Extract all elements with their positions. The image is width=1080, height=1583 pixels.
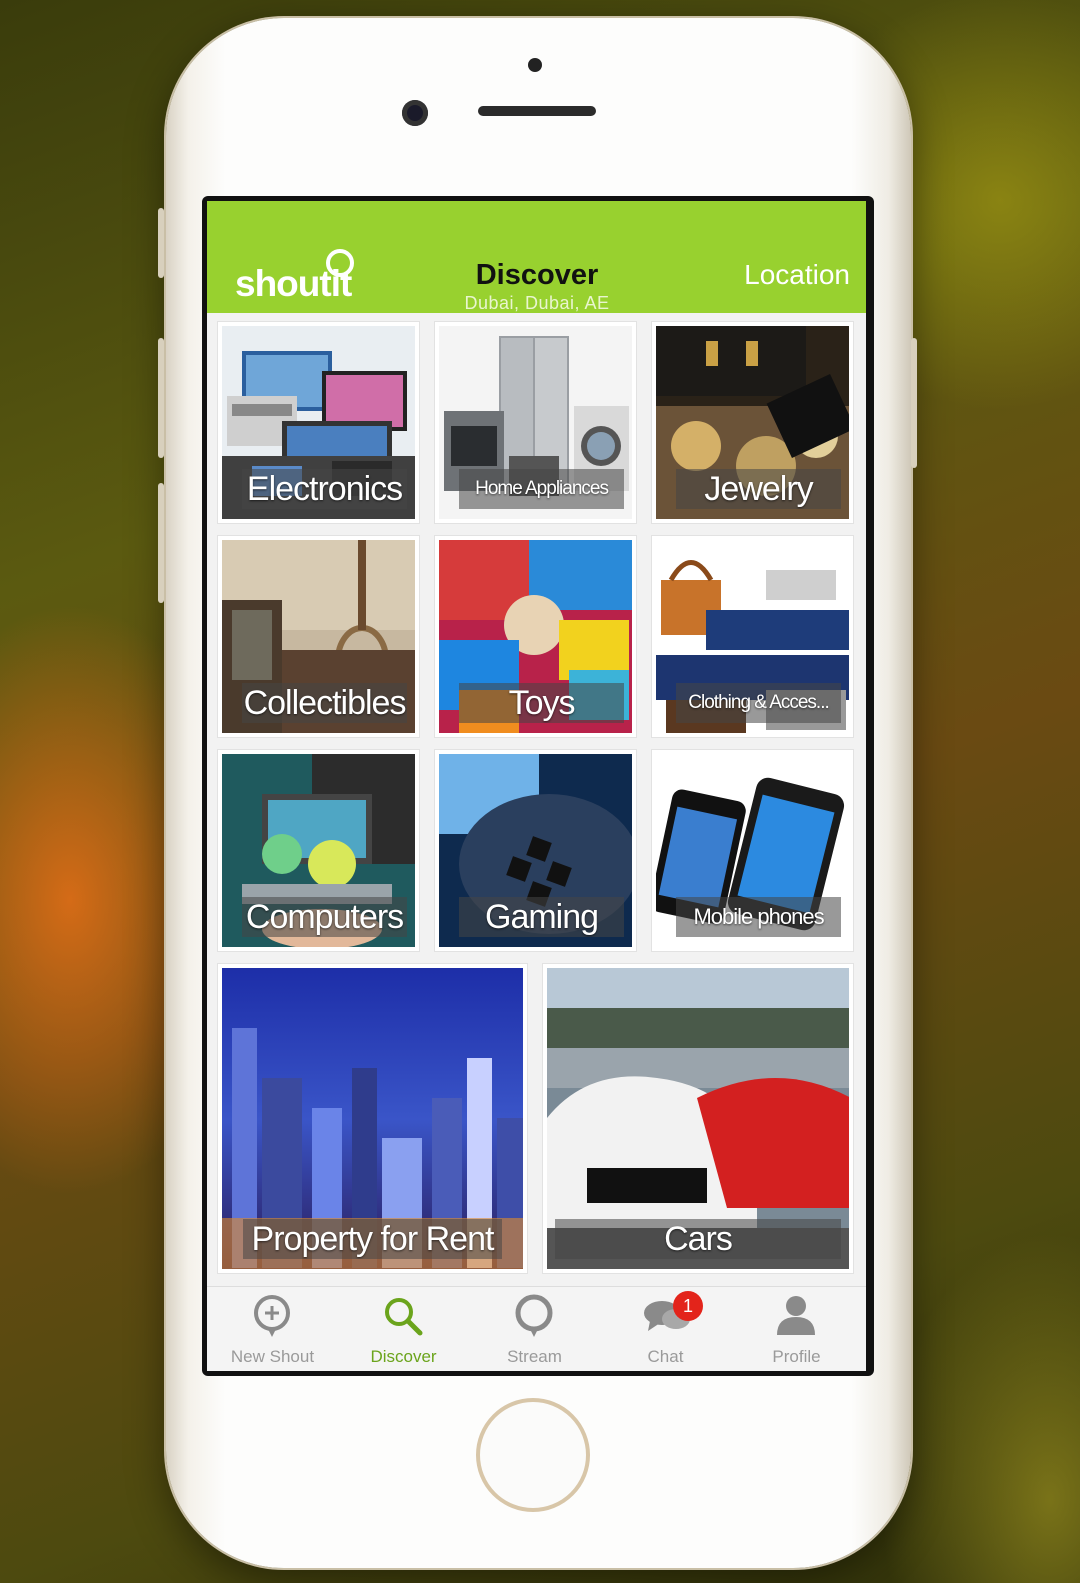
category-label: Mobile phones	[676, 897, 841, 937]
category-tile-property-for-rent[interactable]: Property for Rent	[217, 963, 528, 1274]
category-tile-collectibles[interactable]: Collectibles	[217, 535, 420, 738]
tab-label: Chat	[647, 1347, 684, 1366]
page-title: Discover	[475, 259, 599, 291]
volume-up-button	[158, 338, 164, 458]
tab-label: Discover	[370, 1347, 437, 1366]
tab-discover[interactable]: Discover	[338, 1287, 469, 1371]
category-label: Electronics	[242, 469, 407, 509]
search-icon	[385, 1298, 423, 1336]
category-label: Collectibles	[242, 683, 407, 723]
category-label: Toys	[459, 683, 624, 723]
category-label: Computers	[242, 897, 407, 937]
category-label: Gaming	[459, 897, 624, 937]
location-button[interactable]: Location	[744, 259, 850, 291]
tab-label: Stream	[507, 1347, 562, 1366]
category-tile-clothing[interactable]: Clothing & Acces...	[651, 535, 854, 738]
category-label: Cars	[555, 1219, 841, 1259]
home-button[interactable]	[476, 1398, 590, 1512]
earpiece-speaker	[478, 106, 596, 116]
profile-icon	[777, 1296, 815, 1335]
tab-label: New Shout	[230, 1347, 315, 1366]
tab-new-shout[interactable]: New Shout	[207, 1287, 338, 1371]
category-tile-cars[interactable]: Cars	[542, 963, 854, 1274]
category-label: Clothing & Acces...	[676, 683, 841, 723]
phone-screen: shoutit Discover Dubai, Dubai, AE Locati…	[202, 196, 874, 1376]
category-tile-toys[interactable]: Toys	[434, 535, 637, 738]
category-tile-jewelry[interactable]: Jewelry	[651, 321, 854, 524]
front-camera	[402, 100, 428, 126]
mute-switch	[158, 208, 164, 278]
category-tile-mobile-phones[interactable]: Mobile phones	[651, 749, 854, 952]
tab-chat[interactable]: 1 Chat	[600, 1287, 731, 1371]
power-button	[911, 338, 917, 468]
category-tile-gaming[interactable]: Gaming	[434, 749, 637, 952]
category-tile-electronics[interactable]: Electronics	[217, 321, 420, 524]
category-label: Jewelry	[676, 469, 841, 509]
tab-profile[interactable]: Profile	[731, 1287, 862, 1371]
location-subtitle: Dubai, Dubai, AE	[464, 293, 610, 313]
chat-unread-badge: 1	[673, 1291, 703, 1321]
logo-ring-icon	[326, 249, 354, 277]
category-label: Home Appliances	[459, 469, 624, 509]
tab-stream[interactable]: Stream	[469, 1287, 600, 1371]
proximity-sensor	[528, 58, 542, 72]
volume-down-button	[158, 483, 164, 603]
category-label: Property for Rent	[242, 1219, 503, 1259]
stream-icon	[515, 1294, 553, 1337]
new-shout-icon	[254, 1295, 290, 1337]
bottom-tab-bar: New Shout Discover Stream 1 Chat Profile	[207, 1286, 866, 1371]
app-screen: shoutit Discover Dubai, Dubai, AE Locati…	[207, 201, 866, 1371]
tab-label: Profile	[772, 1347, 821, 1366]
phone-frame: shoutit Discover Dubai, Dubai, AE Locati…	[158, 18, 917, 1568]
category-tile-computers[interactable]: Computers	[217, 749, 420, 952]
category-tile-home-appliances[interactable]: Home Appliances	[434, 321, 637, 524]
top-bar: shoutit Discover Dubai, Dubai, AE Locati…	[207, 201, 866, 313]
